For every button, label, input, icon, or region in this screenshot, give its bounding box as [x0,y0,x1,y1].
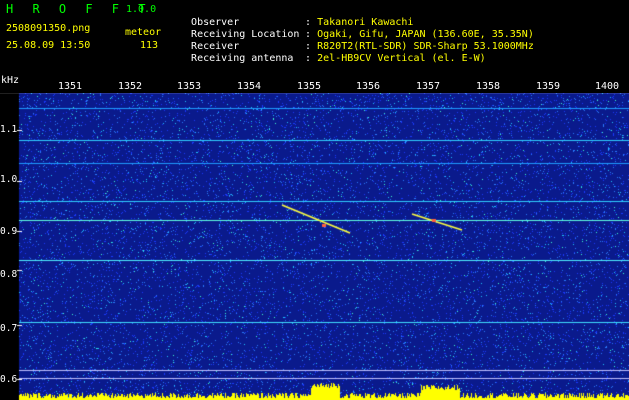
time-tick-label: 1356 [356,81,381,92]
file-name: 2508091350.png [6,23,91,34]
freq-tick-label: 0.7 [0,323,18,334]
freq-tick-label: 0.8 [0,269,18,280]
file-datetime: 25.08.09 13:50 [6,40,91,51]
time-tick-label: 1354 [237,81,262,92]
info-key: Receiving antenna [191,53,294,64]
app-version: 1.0.0 [126,4,157,15]
time-tick-label: 1358 [476,81,501,92]
time-tick-label: 1355 [297,81,322,92]
freq-tick-label: 1.1 [0,124,18,135]
time-tick-label: 1357 [416,81,441,92]
time-tick-label: 1351 [58,81,83,92]
frequency-unit-label: kHz [1,75,20,86]
time-tick-label: 1400 [595,81,620,92]
freq-tick-label: 0.9 [0,226,18,237]
info-antenna: Receiving antenna: 2el-HB9CV Vertical (e… [179,41,486,65]
info-sep: : [305,53,312,64]
freq-tick-label: 0.6 [0,374,18,385]
freq-tick-label: 1.0 [0,174,18,185]
info-value: 2el-HB9CV Vertical (el. E-W) [317,53,486,64]
meteor-label: meteor [125,27,162,38]
time-tick-label: 1353 [177,81,202,92]
time-tick-label: 1352 [118,81,143,92]
meteor-count: 113 [140,40,159,51]
time-tick-label: 1359 [536,81,561,92]
